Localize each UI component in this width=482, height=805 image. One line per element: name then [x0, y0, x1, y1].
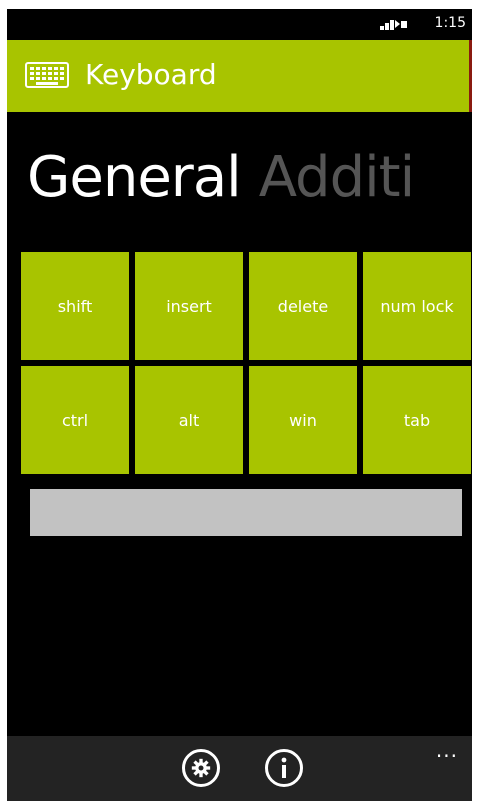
- text-input[interactable]: [30, 489, 462, 536]
- settings-icon: [191, 758, 211, 778]
- phone-screen: 1:15 Keyboard General Additi shift inser…: [7, 9, 472, 801]
- insert-key[interactable]: insert: [135, 252, 243, 360]
- key-tiles: shift insert delete num lock ctrl alt wi…: [21, 252, 472, 474]
- app-title: Keyboard: [85, 58, 217, 91]
- pivot-item-additional[interactable]: Additi: [259, 145, 415, 210]
- alt-key[interactable]: alt: [135, 366, 243, 474]
- num-lock-key[interactable]: num lock: [363, 252, 471, 360]
- signal-icon: [380, 20, 407, 30]
- app-bar: ...: [7, 736, 472, 801]
- tab-key[interactable]: tab: [363, 366, 471, 474]
- delete-key[interactable]: delete: [249, 252, 357, 360]
- info-button[interactable]: [265, 749, 303, 787]
- more-options-button[interactable]: ...: [436, 738, 458, 762]
- status-bar: 1:15: [7, 9, 472, 40]
- pivot-header: General Additi: [27, 145, 415, 210]
- app-header: Keyboard: [7, 40, 472, 112]
- pivot-item-general[interactable]: General: [27, 145, 242, 210]
- keyboard-icon: [25, 62, 69, 88]
- settings-button[interactable]: [182, 749, 220, 787]
- status-clock: 1:15: [434, 15, 466, 31]
- info-icon: [281, 757, 287, 778]
- ctrl-key[interactable]: ctrl: [21, 366, 129, 474]
- shift-key[interactable]: shift: [21, 252, 129, 360]
- win-key[interactable]: win: [249, 366, 357, 474]
